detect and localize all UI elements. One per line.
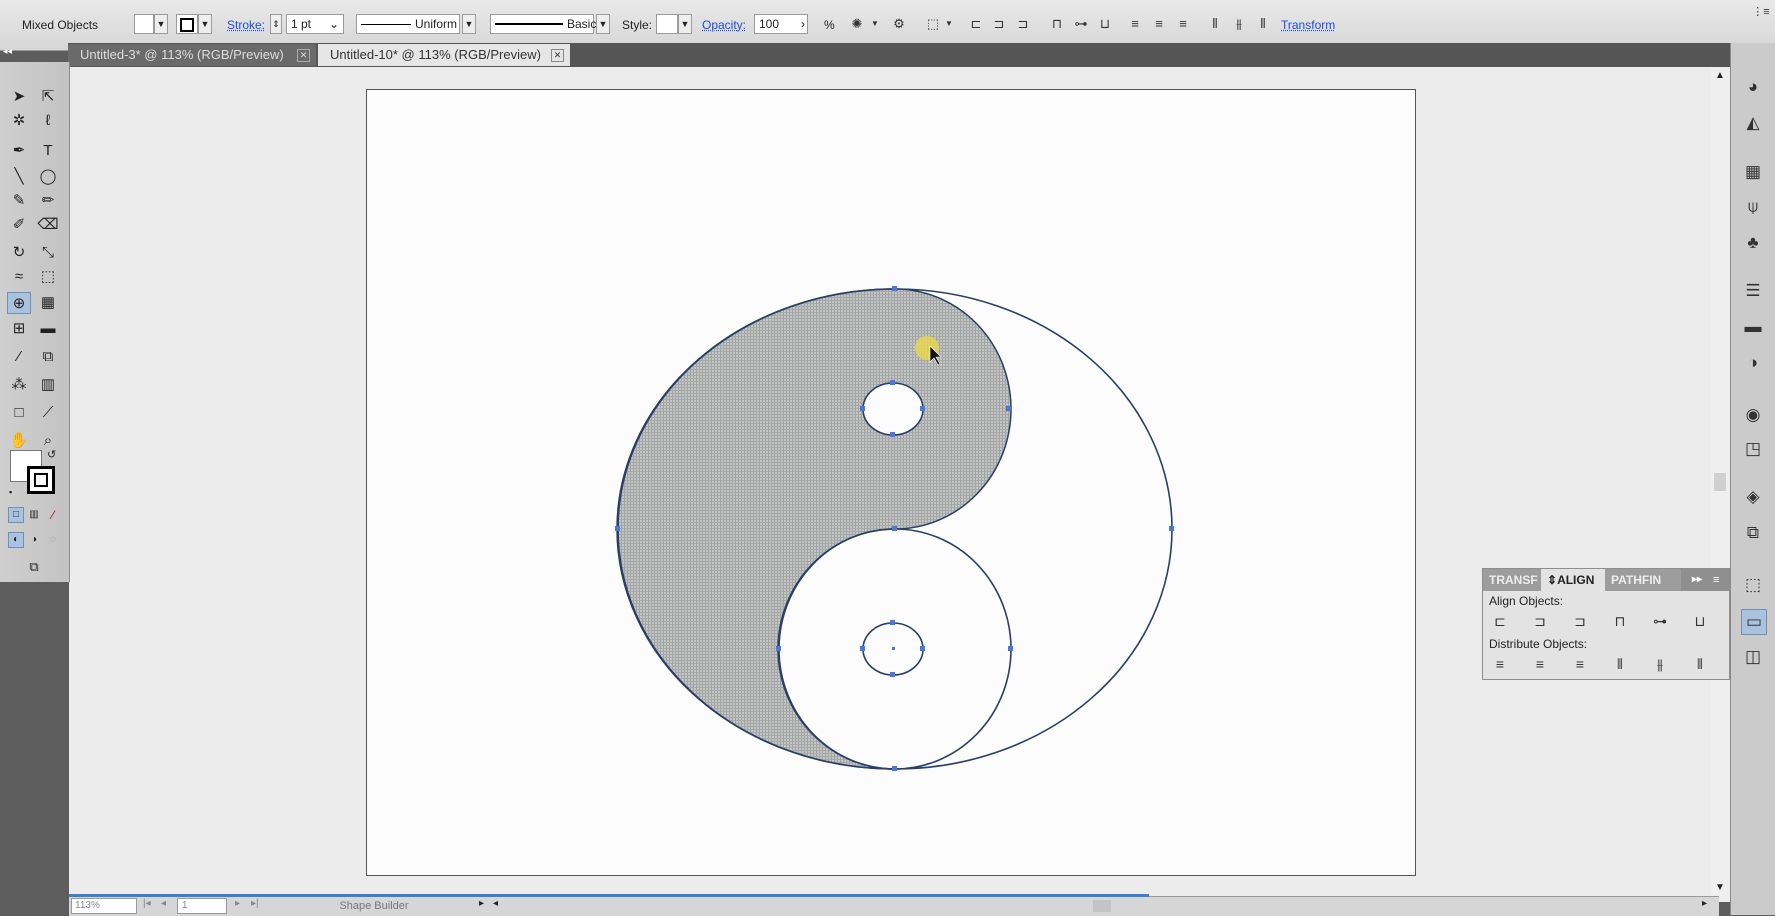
draw-inside-icon[interactable]: ◌: [45, 532, 61, 548]
screen-mode-icon[interactable]: ⧉: [22, 558, 46, 576]
ellipse-tool[interactable]: ◯: [36, 166, 60, 188]
scroll-left-icon[interactable]: ◂: [493, 898, 498, 909]
canvas-artwork[interactable]: [0, 0, 1775, 915]
status-menu-icon[interactable]: ▸: [479, 898, 484, 909]
pen-tool[interactable]: ✒: [7, 140, 31, 162]
panel-menu-icon[interactable]: ≡: [1707, 569, 1729, 591]
eraser-tool[interactable]: ⌫: [36, 214, 60, 236]
symbol-sprayer-tool[interactable]: ⁂: [7, 374, 31, 396]
stroke-icon[interactable]: ☰: [1741, 279, 1765, 303]
status-bar: 113% |◂ ◂ 1 ▸ ▸| Shape Builder ▸ ◂ ▸: [69, 894, 1719, 916]
tab-align[interactable]: ⇕ALIGN: [1541, 569, 1605, 591]
distribute-vcenter-icon[interactable]: ≡: [1529, 654, 1551, 674]
distribute-left-icon[interactable]: ⫴: [1609, 654, 1631, 674]
align-bottom-icon[interactable]: ⊔: [1689, 611, 1711, 631]
brushes-icon[interactable]: ⍦: [1741, 195, 1765, 219]
scroll-right-icon[interactable]: ▸: [1702, 898, 1707, 909]
pathfinder-icon[interactable]: ◫: [1741, 645, 1765, 669]
pencil-tool[interactable]: ✏: [36, 190, 60, 212]
color-guide-icon[interactable]: ◭: [1741, 111, 1765, 135]
direct-selection-tool[interactable]: ⇱: [36, 86, 60, 108]
last-artboard-icon[interactable]: ▸|: [251, 898, 259, 909]
transform-icon[interactable]: ⬚: [1741, 573, 1765, 597]
line-segment-tool[interactable]: ╲: [7, 166, 31, 188]
swap-colors-icon[interactable]: ↺: [47, 448, 56, 461]
progress-line: [69, 894, 1149, 897]
graphic-styles-icon[interactable]: ◳: [1741, 437, 1765, 461]
align-right-icon[interactable]: ⊐: [1569, 611, 1591, 631]
none-mode-icon[interactable]: ⁄: [45, 507, 61, 523]
lasso-tool[interactable]: ℓ: [36, 110, 60, 132]
shape-builder-tool[interactable]: ⊕: [7, 292, 31, 314]
default-colors-icon[interactable]: ▪: [9, 487, 12, 497]
yin-yang-artwork[interactable]: [615, 286, 1174, 771]
rotate-tool[interactable]: ↻: [7, 242, 31, 264]
layers-icon[interactable]: ◈: [1741, 485, 1765, 509]
color-mode-icon[interactable]: □: [8, 507, 24, 523]
magic-wand-tool[interactable]: ✲: [7, 110, 31, 132]
align-left-icon[interactable]: ⊏: [1489, 611, 1511, 631]
perspective-grid-tool[interactable]: ▦: [36, 292, 60, 314]
artboard-number-field[interactable]: 1: [177, 898, 227, 914]
column-graph-tool[interactable]: ▥: [36, 374, 60, 396]
draw-normal-icon[interactable]: ◐: [8, 532, 24, 548]
first-artboard-icon[interactable]: |◂: [143, 898, 151, 909]
warp-tool[interactable]: ≈: [7, 266, 31, 288]
previous-artboard-icon[interactable]: ◂: [161, 898, 166, 909]
zoom-field[interactable]: 113%: [71, 898, 137, 914]
tab-transform[interactable]: TRANSF: [1483, 569, 1541, 591]
distribute-hcenter-icon[interactable]: ⫵: [1649, 654, 1671, 674]
align-hcenter-icon[interactable]: ⊐: [1529, 611, 1551, 631]
blob-brush-tool[interactable]: ✐: [7, 214, 31, 236]
artboards-icon[interactable]: ⧉: [1741, 521, 1765, 545]
hand-tool[interactable]: ✋: [7, 430, 31, 452]
align-objects-label: Align Objects:: [1489, 594, 1564, 608]
scroll-down-icon[interactable]: ▼: [1715, 882, 1725, 893]
distribute-objects-label: Distribute Objects:: [1489, 637, 1588, 651]
draw-behind-icon[interactable]: ◑: [26, 532, 42, 548]
next-artboard-icon[interactable]: ▸: [235, 898, 240, 909]
current-tool-status[interactable]: Shape Builder: [269, 898, 479, 914]
gradient-mode-icon[interactable]: ▥: [26, 507, 42, 523]
scrollbar-thumb[interactable]: [1714, 473, 1726, 491]
mesh-tool[interactable]: ⊞: [7, 318, 31, 340]
gradient-tool[interactable]: ▬: [36, 318, 60, 340]
align-panel: TRANSF ⇕ALIGN PATHFIN ▸▸ ≡ Align Objects…: [1482, 568, 1730, 680]
yin-shape: [616, 288, 1012, 770]
free-transform-tool[interactable]: ⬚: [36, 266, 60, 288]
selection-tool[interactable]: ➤: [7, 86, 31, 108]
distribute-top-icon[interactable]: ≡: [1489, 654, 1511, 674]
color-icon[interactable]: ◕: [1741, 75, 1765, 99]
distribute-right-icon[interactable]: ⫴: [1689, 654, 1711, 674]
transparency-icon[interactable]: ◑: [1741, 351, 1765, 375]
blend-tool[interactable]: ⧉: [36, 346, 60, 368]
eyedropper-tool[interactable]: ⁄: [7, 346, 31, 368]
distribute-bottom-icon[interactable]: ≡: [1569, 654, 1591, 674]
horizontal-scrollbar-thumb[interactable]: [1093, 900, 1111, 912]
swatches-icon[interactable]: ▦: [1741, 160, 1765, 184]
type-tool[interactable]: T: [36, 140, 60, 162]
align-icon[interactable]: ▭: [1741, 609, 1767, 635]
collapse-panel-icon[interactable]: ▸▸: [1686, 569, 1708, 591]
align-vcenter-icon[interactable]: ⊶: [1649, 611, 1671, 631]
appearance-icon[interactable]: ◉: [1741, 403, 1765, 427]
stroke-color-swatch[interactable]: [27, 466, 55, 494]
scale-tool[interactable]: ⤡: [36, 242, 60, 264]
top-small-circle: [862, 382, 924, 436]
artboard-tool[interactable]: □: [7, 402, 31, 424]
tab-pathfinder[interactable]: PATHFIN: [1605, 569, 1681, 591]
stepper-icon: ⇕: [1547, 573, 1558, 587]
slice-tool[interactable]: ⟋: [36, 402, 60, 424]
gradient-icon[interactable]: ▬: [1741, 315, 1765, 339]
align-top-icon[interactable]: ⊓: [1609, 611, 1631, 631]
paintbrush-tool[interactable]: ✎: [7, 190, 31, 212]
scroll-up-icon[interactable]: ▲: [1715, 70, 1725, 81]
symbols-icon[interactable]: ♣: [1741, 231, 1765, 255]
